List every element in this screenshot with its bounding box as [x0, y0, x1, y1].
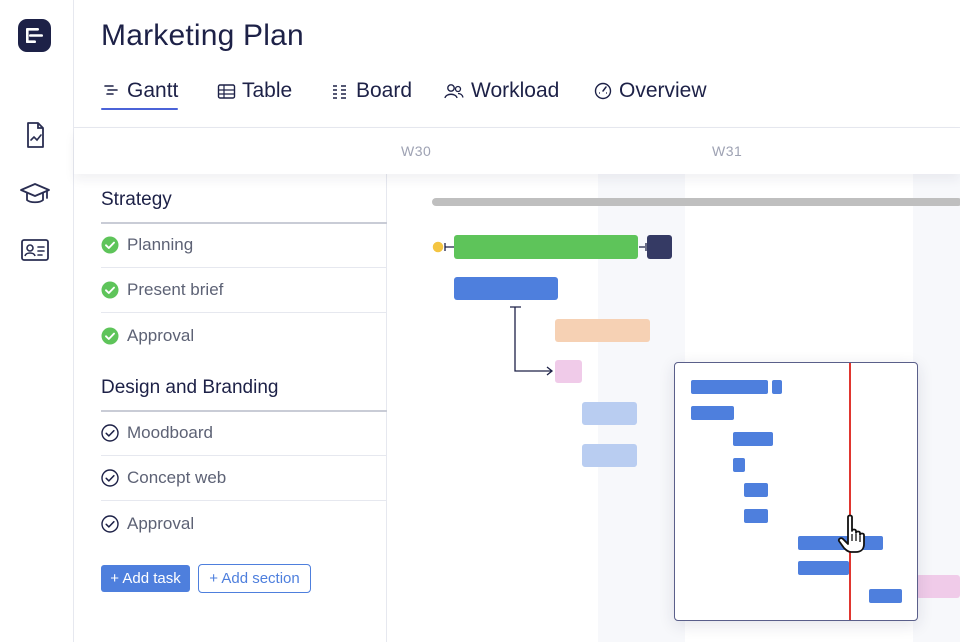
dashboard-icon	[594, 82, 612, 100]
tab-board[interactable]: Board	[330, 74, 412, 108]
tab-label: Table	[242, 79, 293, 102]
tab-workload[interactable]: Workload	[443, 74, 559, 108]
popup-task-bar[interactable]	[691, 406, 734, 420]
page-header: Marketing Plan Gantt Table Board Workloa…	[74, 0, 960, 128]
task-row[interactable]: Moodboard	[101, 411, 387, 456]
board-icon	[333, 85, 346, 99]
check-done-icon[interactable]	[101, 327, 119, 345]
task-bar-present-brief[interactable]	[454, 277, 558, 300]
task-label: Concept web	[127, 468, 227, 487]
task-bar-moodboard[interactable]	[555, 360, 582, 383]
tab-overview[interactable]: Overview	[593, 74, 707, 108]
tab-label: Workload	[471, 79, 560, 102]
tab-label: Board	[356, 79, 413, 102]
tab-gantt[interactable]: Gantt	[101, 74, 179, 110]
task-bar-approval[interactable]	[555, 319, 650, 342]
check-done-icon[interactable]	[101, 281, 119, 299]
popup-task-bar[interactable]	[772, 380, 782, 394]
app-logo-icon[interactable]	[18, 19, 51, 52]
task-label: Present brief	[127, 280, 224, 299]
contact-card-icon[interactable]	[19, 235, 51, 265]
task-bar-handle[interactable]	[647, 235, 672, 259]
task-label: Planning	[127, 235, 194, 254]
week-label: W30	[401, 143, 432, 159]
add-section-button[interactable]: + Add section	[198, 564, 311, 593]
page-title: Marketing Plan	[101, 19, 304, 52]
tab-table[interactable]: Table	[216, 74, 292, 108]
tab-label: Gantt	[127, 79, 179, 102]
task-row[interactable]: Approval	[101, 501, 387, 546]
popup-task-bar[interactable]	[798, 561, 849, 575]
section-title: Design and Branding	[101, 377, 279, 398]
graduation-cap-icon[interactable]	[19, 179, 51, 209]
task-label: Approval	[127, 325, 195, 345]
week-label: W31	[712, 143, 743, 159]
task-row[interactable]: Planning	[101, 223, 387, 268]
hand-cursor-icon	[837, 514, 865, 553]
popup-task-bar[interactable]	[733, 458, 745, 472]
table-icon	[217, 84, 236, 99]
check-open-icon[interactable]	[101, 469, 119, 487]
report-document-icon[interactable]	[19, 120, 51, 150]
task-row[interactable]: Present brief	[101, 268, 387, 313]
check-done-icon[interactable]	[101, 236, 119, 254]
popup-task-bar[interactable]	[733, 432, 773, 446]
task-label: Moodboard	[127, 423, 214, 442]
today-marker-line	[849, 363, 851, 620]
section-summary-bar[interactable]	[432, 198, 960, 206]
tab-label: Overview	[619, 79, 707, 102]
task-list-panel: Strategy Planning Present brief Approval…	[74, 174, 387, 642]
people-icon	[444, 84, 464, 99]
dependency-arrow-icon	[510, 306, 554, 376]
task-row[interactable]: Approval	[101, 313, 387, 358]
sidebar	[0, 0, 74, 642]
task-bar-approval-design[interactable]	[582, 444, 637, 467]
task-bar-concept-web[interactable]	[582, 402, 637, 425]
task-bar-extra[interactable]	[916, 575, 960, 598]
popup-task-bar[interactable]	[744, 509, 768, 523]
check-open-icon[interactable]	[101, 424, 119, 442]
gantt-zoom-popup[interactable]	[674, 362, 918, 621]
task-label: Approval	[127, 513, 195, 533]
popup-task-bar[interactable]	[691, 380, 768, 394]
add-task-button[interactable]: + Add task	[101, 565, 190, 592]
popup-task-bar[interactable]	[744, 483, 768, 497]
task-row[interactable]: Concept web	[101, 456, 387, 501]
weekend-shade	[913, 174, 960, 642]
check-open-icon[interactable]	[101, 514, 119, 533]
popup-task-bar[interactable]	[869, 589, 902, 603]
timeline-week-header: W30 W31	[74, 128, 960, 174]
gantt-icon	[104, 85, 118, 95]
task-bar-planning[interactable]	[454, 235, 638, 259]
section-title: Strategy	[101, 189, 172, 210]
